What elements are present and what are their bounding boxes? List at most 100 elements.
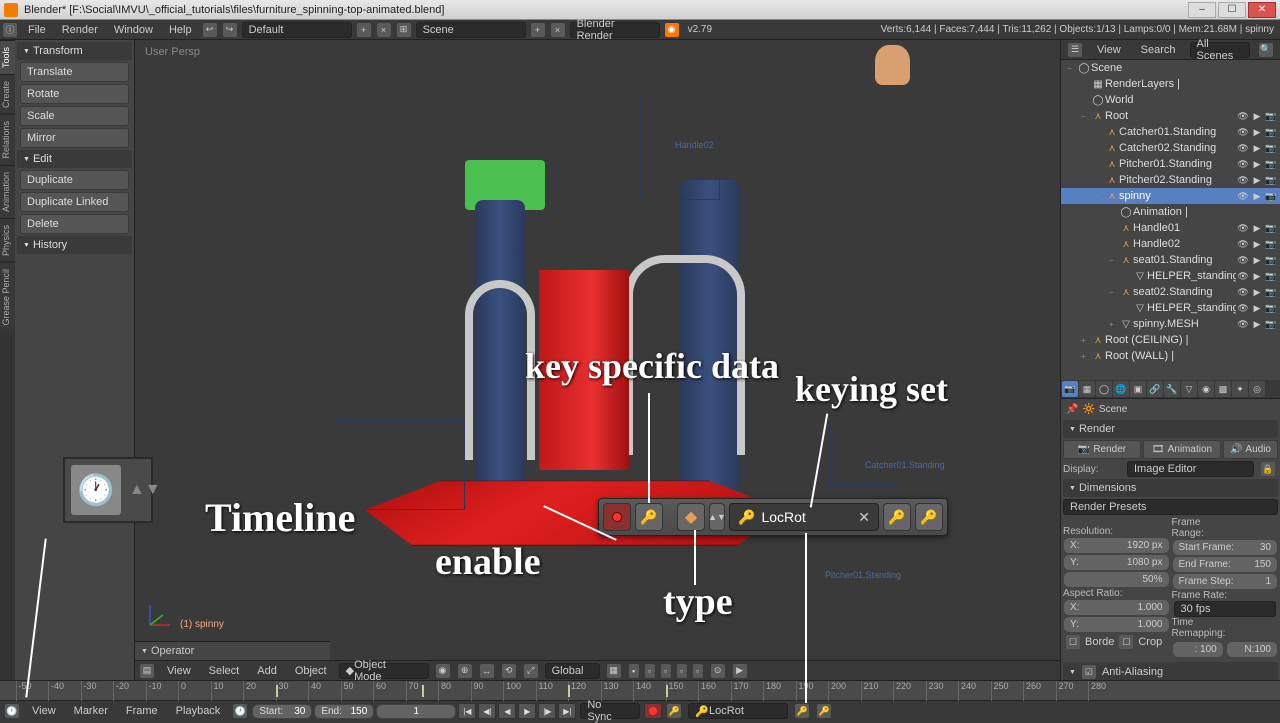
scale-button[interactable]: Scale [20, 106, 129, 126]
del-layout-icon[interactable]: × [377, 23, 391, 37]
texture-tab-icon[interactable]: ▩ [1215, 381, 1231, 397]
render-section-header[interactable]: Render [1063, 420, 1278, 438]
outliner-item[interactable]: +⋏Root (CEILING) | [1061, 332, 1280, 348]
minimize-button[interactable]: – [1188, 2, 1216, 18]
operator-header[interactable]: Operator [135, 642, 330, 660]
restrict-icon[interactable]: ▶ [1250, 253, 1264, 267]
add-layout-icon[interactable]: + [357, 23, 371, 37]
restrict-icon[interactable]: 👁 [1236, 173, 1250, 187]
snap-icon[interactable]: ⊙ [711, 664, 725, 678]
vp-menu-select[interactable]: Select [201, 661, 248, 681]
keying-icon[interactable]: 🔑 [667, 704, 681, 718]
end-frame-field[interactable]: End Frame:150 [1172, 556, 1279, 573]
start-frame-input[interactable]: Start:30 [252, 704, 312, 719]
menu-file[interactable]: File [20, 20, 54, 40]
outliner-item[interactable]: ⋏Pitcher01.Standing👁▶📷 [1061, 156, 1280, 172]
scene-tab-icon[interactable]: ◯ [1096, 381, 1112, 397]
keying-set-dropdown[interactable]: 🔑 LocRot [688, 703, 788, 719]
manip-translate-icon[interactable]: ↔ [480, 664, 494, 678]
restrict-icon[interactable]: 📷 [1264, 125, 1278, 139]
rotate-button[interactable]: Rotate [20, 84, 129, 104]
restrict-icon[interactable]: 📷 [1264, 173, 1278, 187]
tool-tab-create[interactable]: Create [0, 74, 15, 114]
keyframe-type-button[interactable]: ◆ [677, 503, 705, 531]
restrict-icon[interactable]: 📷 [1264, 301, 1278, 315]
translate-button[interactable]: Translate [20, 62, 129, 82]
res-pct-field[interactable]: 50% [1063, 571, 1170, 588]
menu-help[interactable]: Help [161, 20, 200, 40]
restrict-icon[interactable]: 📷 [1264, 221, 1278, 235]
dimensions-section-header[interactable]: Dimensions [1063, 479, 1278, 497]
restrict-icon[interactable]: 📷 [1264, 109, 1278, 123]
tool-tab-tools[interactable]: Tools [0, 40, 15, 74]
world-tab-icon[interactable]: 🌐 [1113, 381, 1129, 397]
delete-keyframe-icon[interactable]: 🔑 [817, 704, 831, 718]
autokey-toggle[interactable] [603, 503, 631, 531]
render-animation-button[interactable]: 🎞 Animation [1143, 440, 1221, 459]
time-old-field[interactable]: : 100 [1172, 641, 1224, 658]
keyframe-type-updown[interactable]: ▲▼ [709, 503, 725, 531]
insert-keyframe-button[interactable]: 🔑 [883, 503, 911, 531]
outliner-item[interactable]: ◯Animation | [1061, 204, 1280, 220]
orientation-dropdown[interactable]: Global [545, 663, 600, 679]
res-y-field[interactable]: Y:1080 px [1063, 554, 1170, 571]
material-tab-icon[interactable]: ◉ [1198, 381, 1214, 397]
outliner-search[interactable]: Search [1133, 40, 1184, 60]
outliner-item[interactable]: ▽HELPER_standing.F👁▶📷 [1061, 268, 1280, 284]
duplicate-button[interactable]: Duplicate [20, 170, 129, 190]
restrict-icon[interactable]: ▶ [1250, 141, 1264, 155]
outliner-item[interactable]: −⋏seat02.Standing👁▶📷 [1061, 284, 1280, 300]
restrict-icon[interactable]: 📷 [1264, 157, 1278, 171]
edit-header[interactable]: Edit [17, 150, 132, 168]
back-icon[interactable]: ↩ [203, 23, 217, 37]
layers-icon[interactable]: ▦ [607, 664, 621, 678]
tool-tab-relations[interactable]: Relations [0, 114, 15, 165]
tool-tab-animation[interactable]: Animation [0, 165, 15, 218]
play-button[interactable]: ▶ [518, 703, 536, 719]
outliner-item[interactable]: ⋏Catcher01.Standing👁▶📷 [1061, 124, 1280, 140]
render-audio-button[interactable]: 🔊 Audio [1223, 440, 1278, 459]
particles-tab-icon[interactable]: ✦ [1232, 381, 1248, 397]
sync-dropdown[interactable]: No Sync [580, 703, 640, 719]
render-tab-icon[interactable]: 📷 [1062, 381, 1078, 397]
fwd-icon[interactable]: ↪ [223, 23, 237, 37]
restrict-icon[interactable]: 📷 [1264, 237, 1278, 251]
restrict-icon[interactable]: ▶ [1250, 237, 1264, 251]
restrict-icon[interactable]: 📷 [1264, 317, 1278, 331]
outliner-item[interactable]: +⋏Root (WALL) | [1061, 348, 1280, 364]
delete-button[interactable]: Delete [20, 214, 129, 234]
aspect-y-field[interactable]: Y:1.000 [1063, 616, 1170, 633]
menu-render[interactable]: Render [54, 20, 106, 40]
restrict-icon[interactable]: 👁 [1236, 109, 1250, 123]
data-tab-icon[interactable]: ▽ [1181, 381, 1197, 397]
outliner-item[interactable]: ⋏Handle02👁▶📷 [1061, 236, 1280, 252]
close-button[interactable]: ✕ [1248, 2, 1276, 18]
outliner-item[interactable]: −⋏Root👁▶📷 [1061, 108, 1280, 124]
3d-viewport[interactable]: Handle02 Catcher01.Standing Pitcher01.St… [135, 40, 1060, 680]
restrict-icon[interactable]: ▶ [1250, 301, 1264, 315]
restrict-icon[interactable]: ▶ [1250, 157, 1264, 171]
timeline-ruler[interactable]: -50-40-30-20-100102030405060708090100110… [0, 681, 1280, 701]
render-engine-dropdown[interactable]: Blender Render [570, 22, 660, 38]
vp-menu-object[interactable]: Object [287, 661, 335, 681]
fps-dropdown[interactable]: 30 fps [1174, 601, 1277, 617]
constraints-tab-icon[interactable]: 🔗 [1147, 381, 1163, 397]
manip-scale-icon[interactable]: ⤢ [524, 664, 538, 678]
scene-dropdown[interactable]: Scene [416, 22, 526, 38]
aspect-x-field[interactable]: X:1.000 [1063, 599, 1170, 616]
add-scene-icon[interactable]: + [531, 23, 545, 37]
maximize-button[interactable]: ☐ [1218, 2, 1246, 18]
restrict-icon[interactable]: ▶ [1250, 173, 1264, 187]
manip-rotate-icon[interactable]: ⟲ [502, 664, 516, 678]
layer-buttons[interactable]: ▪▫▫▫▫ [626, 664, 706, 678]
shading-icon[interactable]: ◉ [436, 664, 450, 678]
restrict-icon[interactable]: ▶ [1250, 269, 1264, 283]
tl-menu-marker[interactable]: Marker [66, 701, 116, 721]
scene-browse-icon[interactable]: ⊞ [397, 23, 411, 37]
outliner-view[interactable]: View [1089, 40, 1129, 60]
restrict-icon[interactable]: ▶ [1250, 125, 1264, 139]
outliner-item[interactable]: ⋏Pitcher02.Standing👁▶📷 [1061, 172, 1280, 188]
render-layers-tab-icon[interactable]: ▦ [1079, 381, 1095, 397]
restrict-icon[interactable]: ▶ [1250, 109, 1264, 123]
tool-tab-grease-pencil[interactable]: Grease Pencil [0, 262, 15, 332]
